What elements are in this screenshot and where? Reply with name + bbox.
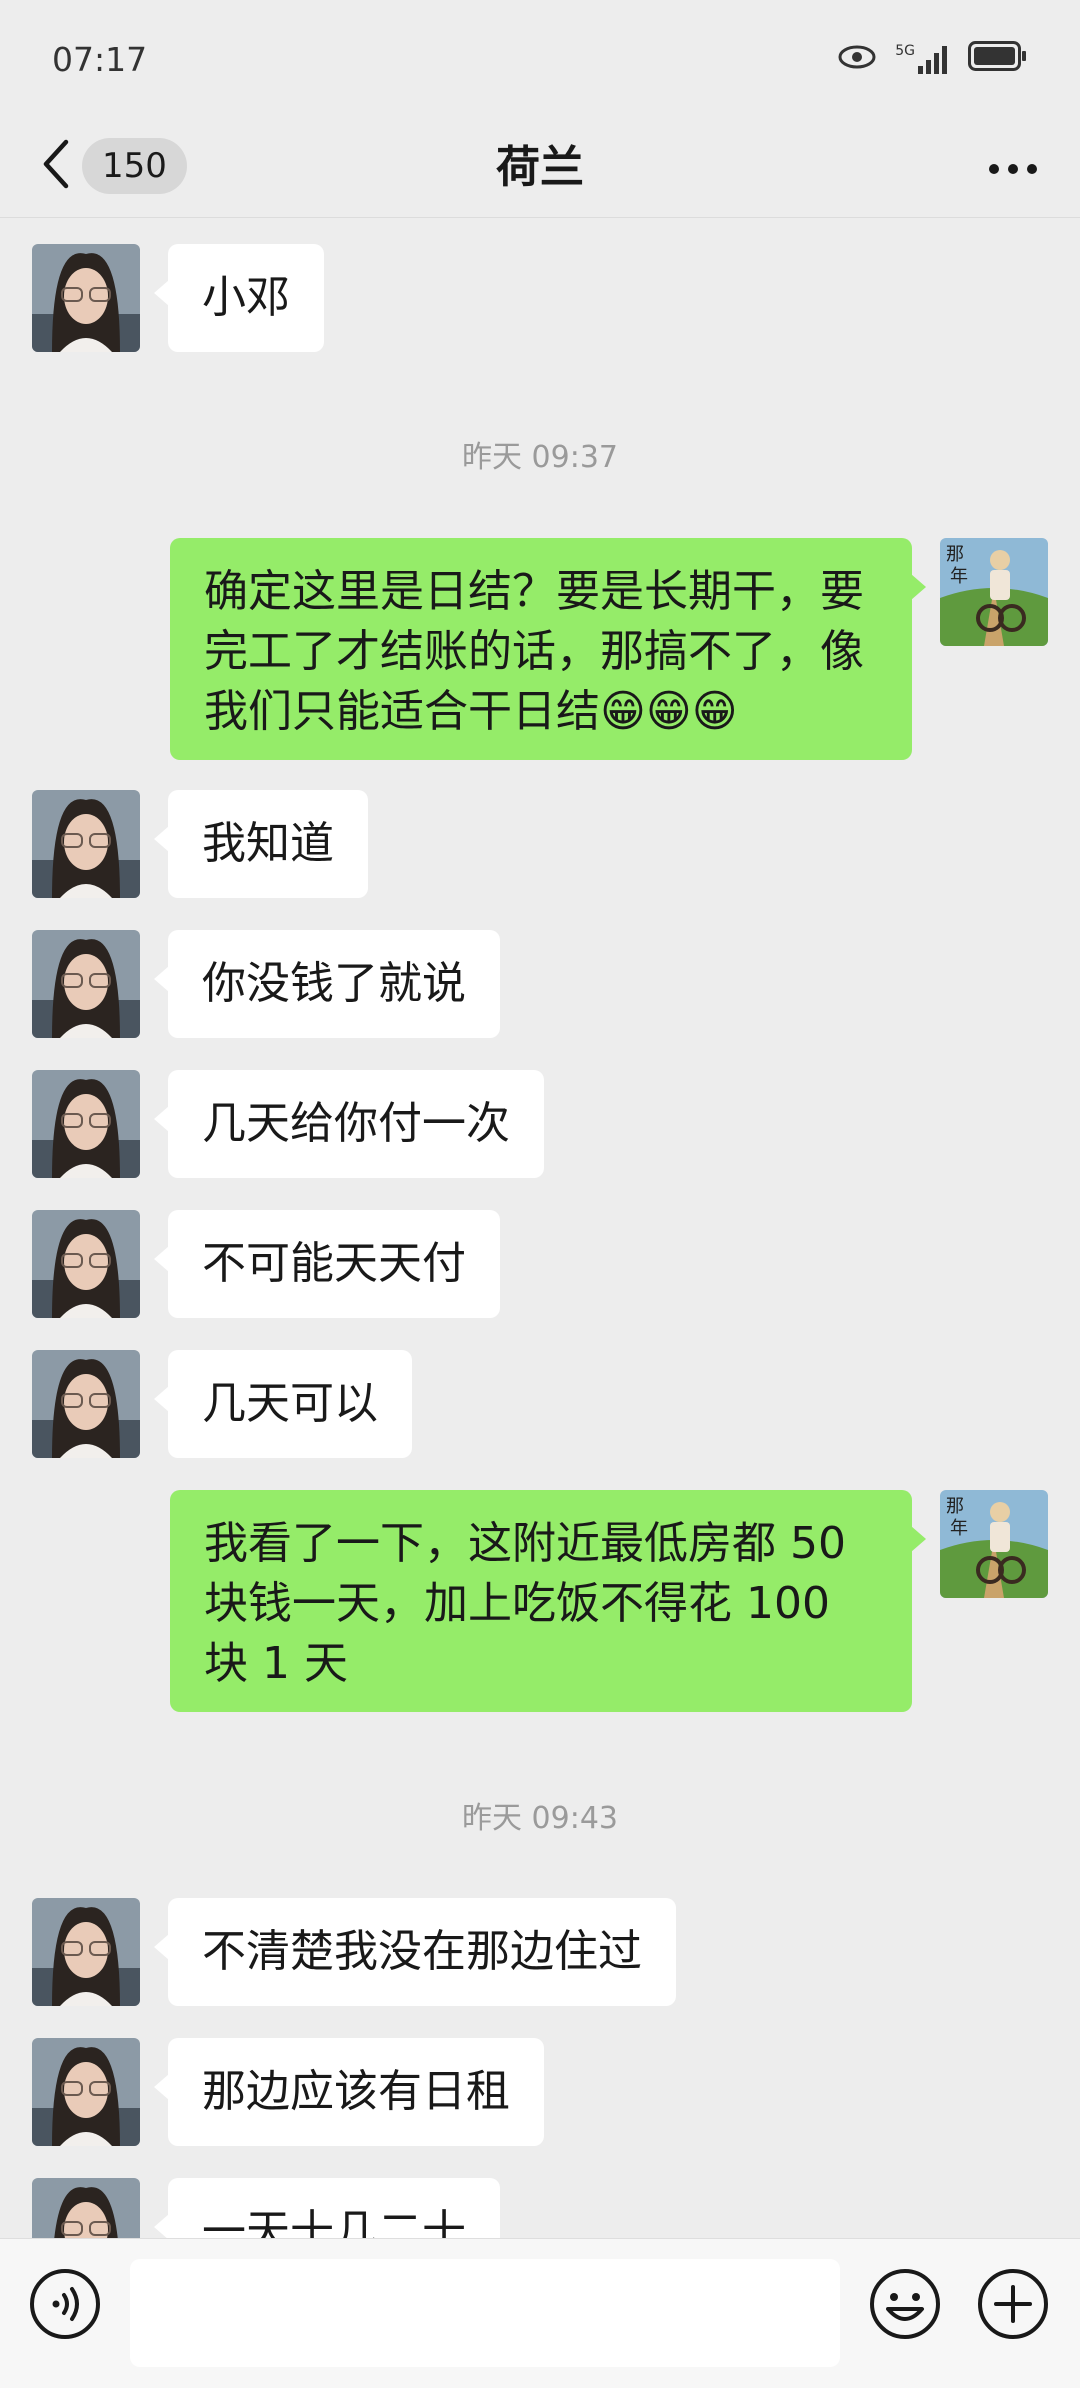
outgoing-message[interactable]: 确定这里是日结？要是长期干，要完工了才结账的话，那搞不了，像我们只能适合干日结😁… <box>170 538 926 760</box>
plus-icon[interactable] <box>976 2269 1050 2345</box>
incoming-message[interactable]: 几天可以 <box>154 1350 412 1458</box>
plus-button[interactable] <box>976 2267 1050 2345</box>
chat-title: 荷兰 <box>496 142 584 193</box>
signal-label: 5G <box>895 43 915 59</box>
voice-icon[interactable] <box>28 2269 102 2345</box>
contact-avatar[interactable] <box>32 2178 140 2238</box>
incoming-message[interactable]: 我知道 <box>154 790 368 898</box>
contact-avatar[interactable] <box>32 790 140 898</box>
signal-icon: 5G <box>895 44 950 74</box>
more-button[interactable] <box>986 144 1040 198</box>
message-list[interactable]: 小邓 昨天 09:37 确定这里是日结？要是长期干，要完工了才结账的话，那搞不了… <box>0 218 1080 2238</box>
contact-avatar[interactable] <box>32 1070 140 1178</box>
contact-avatar[interactable] <box>32 930 140 1038</box>
status-icons: 5G <box>837 40 1028 79</box>
emoji-icon[interactable] <box>868 2269 942 2345</box>
eye-icon <box>837 40 877 79</box>
outgoing-message[interactable]: 我看了一下，这附近最低房都 50 块钱一天，加上吃饭不得花 100 块 1 天 <box>170 1490 926 1712</box>
message-timestamp: 昨天 09:43 <box>462 1801 618 1836</box>
incoming-message[interactable]: 几天给你付一次 <box>154 1070 544 1178</box>
battery-icon <box>968 40 1028 79</box>
my-avatar[interactable] <box>940 538 1048 646</box>
contact-avatar[interactable] <box>32 244 140 352</box>
contact-avatar[interactable] <box>32 2038 140 2146</box>
incoming-message[interactable]: 那边应该有日租 <box>154 2038 544 2146</box>
incoming-message[interactable]: 一天十几二十 <box>154 2178 500 2238</box>
chat-header: 150 荷兰 <box>0 118 1080 218</box>
status-time: 07:17 <box>52 39 148 79</box>
status-bar: 07:17 5G <box>0 0 1080 118</box>
voice-button[interactable] <box>28 2267 102 2345</box>
input-bar <box>0 2238 1080 2388</box>
my-avatar[interactable] <box>940 1490 1048 1598</box>
emoji-button[interactable] <box>868 2267 942 2345</box>
message-input[interactable] <box>130 2259 840 2367</box>
contact-avatar[interactable] <box>32 1210 140 1318</box>
incoming-message[interactable]: 你没钱了就说 <box>154 930 500 1038</box>
more-icon[interactable] <box>986 164 1040 198</box>
contact-avatar[interactable] <box>32 1350 140 1458</box>
contact-avatar[interactable] <box>32 1898 140 2006</box>
message-timestamp: 昨天 09:37 <box>462 440 618 475</box>
incoming-message[interactable]: 不清楚我没在那边住过 <box>154 1898 676 2006</box>
incoming-message[interactable]: 不可能天天付 <box>154 1210 500 1318</box>
incoming-message[interactable]: 小邓 <box>154 244 324 352</box>
